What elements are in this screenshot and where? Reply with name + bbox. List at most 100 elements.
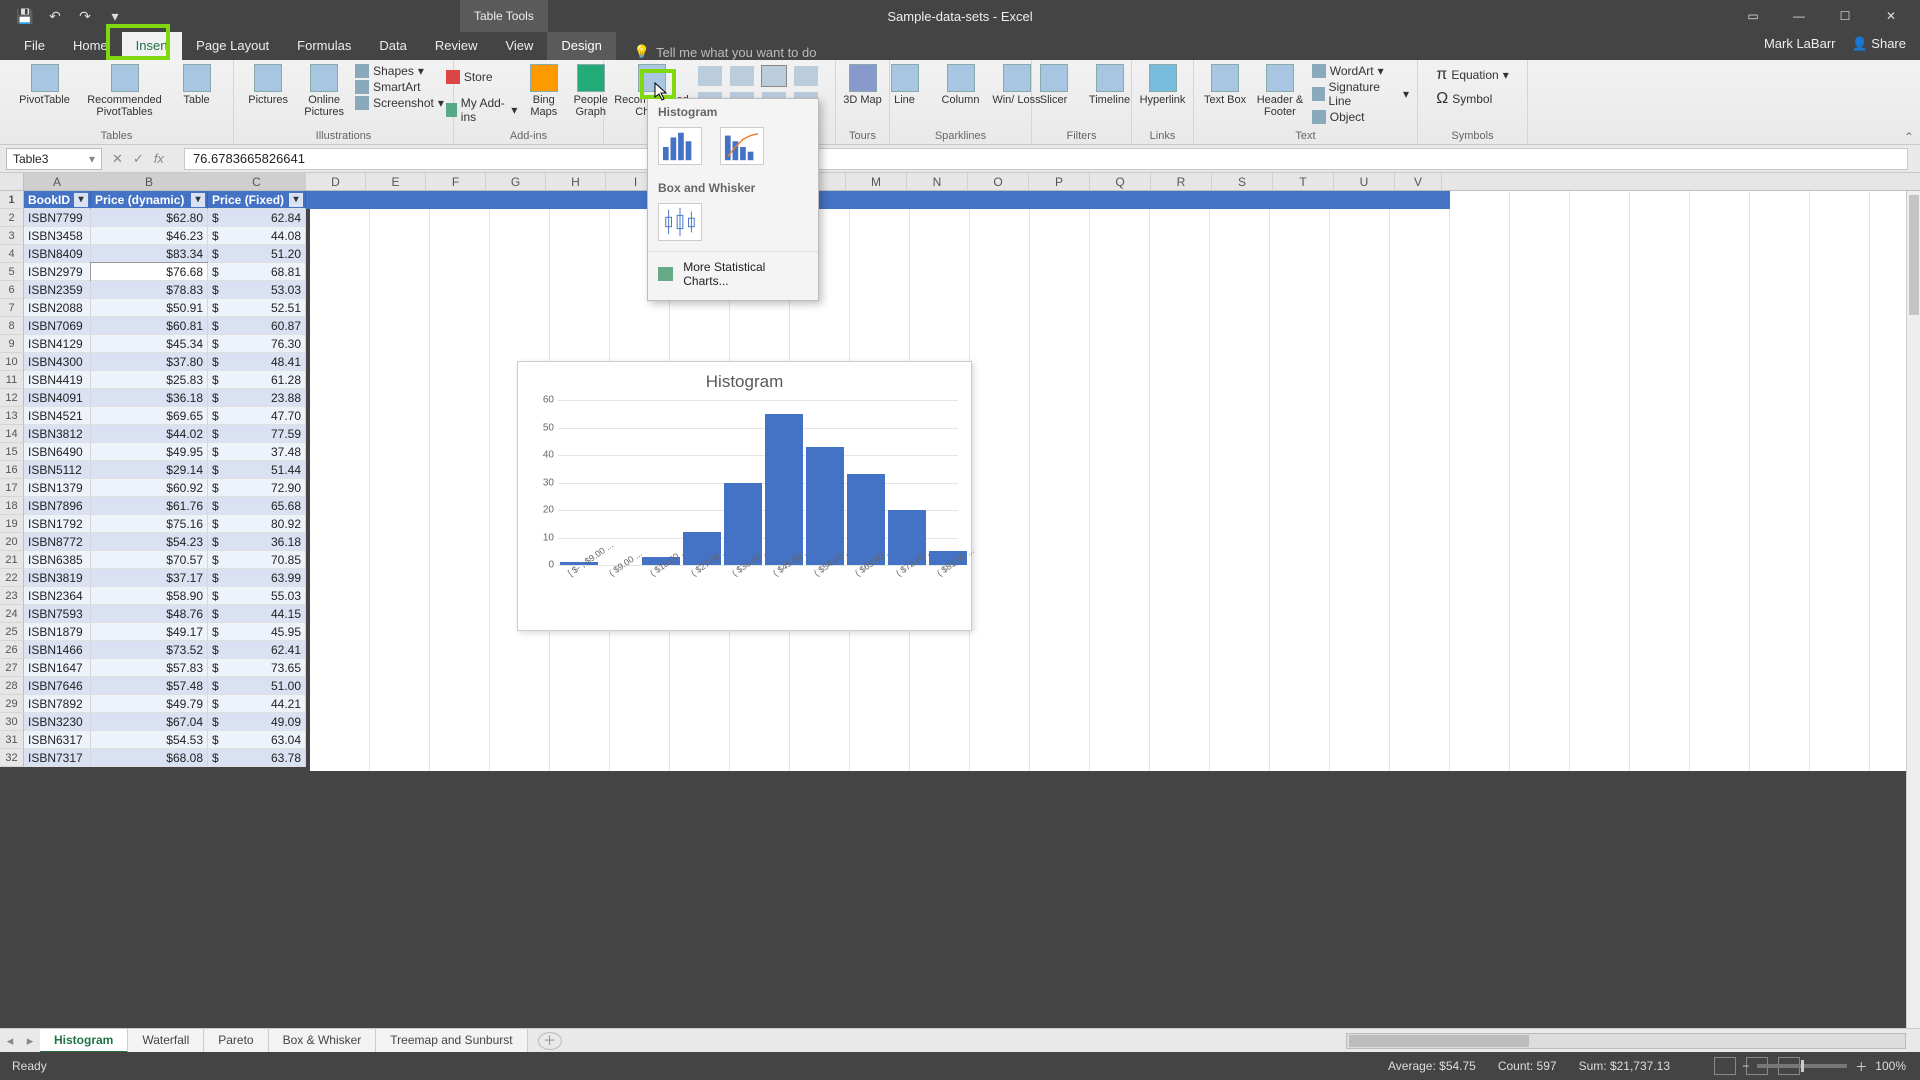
textbox-button[interactable]: Text Box: [1202, 64, 1248, 106]
maximize-icon[interactable]: ☐: [1822, 0, 1868, 32]
row-header[interactable]: 28: [0, 677, 24, 695]
row-header[interactable]: 20: [0, 533, 24, 551]
tab-insert[interactable]: Insert: [122, 32, 183, 60]
tab-view[interactable]: View: [491, 32, 547, 60]
table-cell[interactable]: $44.21: [208, 695, 306, 713]
row-header[interactable]: 6: [0, 281, 24, 299]
table-cell[interactable]: $54.23: [91, 533, 208, 551]
column-header[interactable]: P: [1029, 173, 1090, 190]
row-header[interactable]: 25: [0, 623, 24, 641]
table-cell[interactable]: $60.81: [91, 317, 208, 335]
table-cell[interactable]: ISBN6490: [24, 443, 91, 461]
table-cell[interactable]: $44.02: [91, 425, 208, 443]
column-header[interactable]: V: [1395, 173, 1442, 190]
slicer-button[interactable]: Slicer: [1029, 64, 1079, 106]
tab-design[interactable]: Design: [547, 32, 615, 60]
table-cell[interactable]: $48.76: [91, 605, 208, 623]
table-cell[interactable]: $51.00: [208, 677, 306, 695]
table-cell[interactable]: ISBN6385: [24, 551, 91, 569]
table-cell[interactable]: $48.41: [208, 353, 306, 371]
table-cell[interactable]: $47.70: [208, 407, 306, 425]
ribbon-display-options-icon[interactable]: ▭: [1730, 0, 1776, 32]
table-cell[interactable]: ISBN7896: [24, 497, 91, 515]
row-header[interactable]: 12: [0, 389, 24, 407]
share-button[interactable]: 👤 Share: [1851, 36, 1906, 52]
table-cell[interactable]: $54.53: [91, 731, 208, 749]
table-cell[interactable]: $61.76: [91, 497, 208, 515]
account-user[interactable]: Mark LaBarr: [1764, 36, 1836, 52]
table-cell[interactable]: $73.65: [208, 659, 306, 677]
table-cell[interactable]: $60.92: [91, 479, 208, 497]
table-cell[interactable]: ISBN5112: [24, 461, 91, 479]
table-cell[interactable]: $63.04: [208, 731, 306, 749]
table-cell[interactable]: $63.78: [208, 749, 306, 767]
row-header[interactable]: 19: [0, 515, 24, 533]
table-cell[interactable]: $37.17: [91, 569, 208, 587]
table-cell[interactable]: $45.95: [208, 623, 306, 641]
collapse-ribbon-icon[interactable]: ⌃: [1904, 130, 1914, 144]
table-cell[interactable]: $25.83: [91, 371, 208, 389]
redo-icon[interactable]: ↷: [72, 4, 98, 28]
header-footer-button[interactable]: Header & Footer: [1254, 64, 1306, 118]
column-header[interactable]: M: [846, 173, 907, 190]
row-header[interactable]: 17: [0, 479, 24, 497]
column-header[interactable]: U: [1334, 173, 1395, 190]
select-all-corner[interactable]: [0, 173, 24, 190]
table-cell[interactable]: $70.85: [208, 551, 306, 569]
signature-line-button[interactable]: Signature Line ▾: [1312, 80, 1409, 108]
hyperlink-button[interactable]: Hyperlink: [1138, 64, 1188, 106]
table-header[interactable]: BookID▾: [24, 191, 91, 209]
table-cell[interactable]: $23.88: [208, 389, 306, 407]
online-pictures-button[interactable]: Online Pictures: [299, 64, 349, 118]
table-cell[interactable]: $77.59: [208, 425, 306, 443]
table-cell[interactable]: ISBN7799: [24, 209, 91, 227]
table-cell[interactable]: $60.87: [208, 317, 306, 335]
table-cell[interactable]: $58.90: [91, 587, 208, 605]
table-cell[interactable]: ISBN8409: [24, 245, 91, 263]
tab-file[interactable]: File: [10, 32, 59, 60]
table-cell[interactable]: ISBN4419: [24, 371, 91, 389]
column-header[interactable]: R: [1151, 173, 1212, 190]
table-header[interactable]: Price (Fixed)▾: [208, 191, 306, 209]
table-cell[interactable]: $29.14: [91, 461, 208, 479]
sheet-tab[interactable]: Pareto: [204, 1029, 268, 1053]
table-cell[interactable]: ISBN4521: [24, 407, 91, 425]
store-button[interactable]: Store: [446, 70, 518, 84]
table-cell[interactable]: $63.99: [208, 569, 306, 587]
sheet-tab[interactable]: Box & Whisker: [269, 1029, 377, 1053]
row-header[interactable]: 11: [0, 371, 24, 389]
column-header[interactable]: D: [306, 173, 366, 190]
table-cell[interactable]: $67.04: [91, 713, 208, 731]
table-cell[interactable]: $53.03: [208, 281, 306, 299]
table-cell[interactable]: $62.41: [208, 641, 306, 659]
filter-dropdown-icon[interactable]: ▾: [191, 193, 205, 207]
table-cell[interactable]: $37.48: [208, 443, 306, 461]
stat-chart-icon[interactable]: [762, 66, 786, 86]
row-header[interactable]: 22: [0, 569, 24, 587]
hscroll-thumb[interactable]: [1349, 1035, 1529, 1047]
table-cell[interactable]: $51.44: [208, 461, 306, 479]
vertical-scrollbar[interactable]: [1906, 191, 1920, 1028]
shapes-button[interactable]: Shapes ▾: [355, 64, 444, 78]
table-cell[interactable]: $78.83: [91, 281, 208, 299]
pivottable-button[interactable]: PivotTable: [12, 64, 78, 106]
column-chart-icon[interactable]: [730, 66, 754, 86]
table-cell[interactable]: $76.68: [91, 263, 208, 281]
table-cell[interactable]: ISBN1792: [24, 515, 91, 533]
table-button[interactable]: Table: [172, 64, 222, 106]
row-header[interactable]: 23: [0, 587, 24, 605]
table-cell[interactable]: $49.79: [91, 695, 208, 713]
undo-icon[interactable]: ↶: [42, 4, 68, 28]
column-header[interactable]: F: [426, 173, 486, 190]
table-cell[interactable]: ISBN4129: [24, 335, 91, 353]
sheet-tab[interactable]: Histogram: [40, 1029, 128, 1053]
close-icon[interactable]: ✕: [1868, 0, 1914, 32]
table-cell[interactable]: $36.18: [208, 533, 306, 551]
column-header[interactable]: H: [546, 173, 606, 190]
enter-formula-icon[interactable]: ✓: [133, 151, 144, 167]
fx-icon[interactable]: fx: [154, 151, 164, 166]
table-cell[interactable]: $45.34: [91, 335, 208, 353]
row-header[interactable]: 9: [0, 335, 24, 353]
filter-dropdown-icon[interactable]: ▾: [289, 193, 303, 207]
save-icon[interactable]: 💾: [12, 4, 38, 28]
